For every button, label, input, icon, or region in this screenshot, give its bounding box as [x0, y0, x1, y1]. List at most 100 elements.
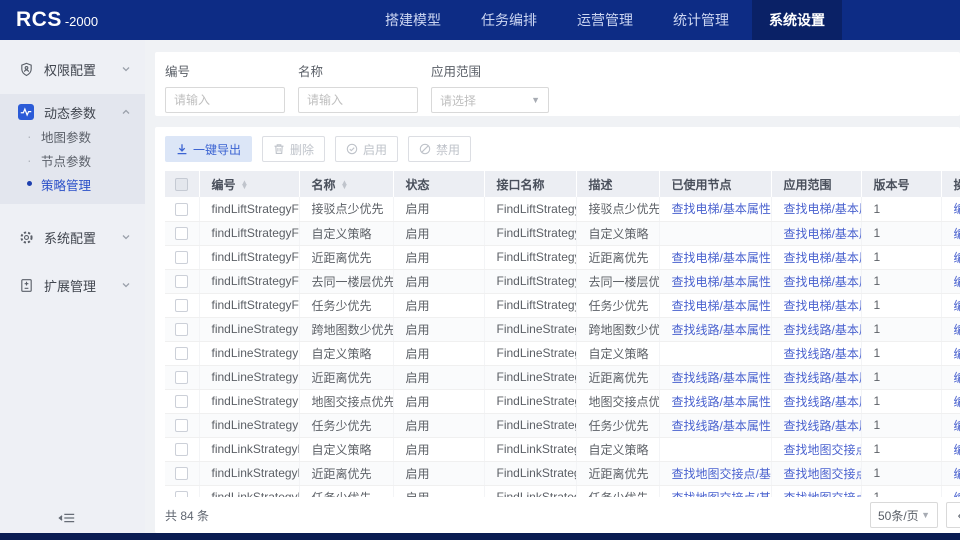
cell-interface: FindLineStrategy: [484, 413, 576, 437]
row-checkbox[interactable]: [175, 275, 188, 288]
cell-name: 去同一楼层优先: [299, 269, 393, 293]
cell-code: findLiftStrategyForDi...: [199, 245, 299, 269]
edit-link[interactable]: 编辑: [941, 389, 960, 413]
table-footer: 共 84 条 50条/页 ▼ ‹: [155, 497, 960, 533]
scope-link[interactable]: 查找地图交接点/基本属性: [771, 461, 861, 485]
edit-link[interactable]: 编辑: [941, 461, 960, 485]
edit-link[interactable]: 编辑: [941, 197, 960, 221]
scope-link[interactable]: 查找线路/基本属性/查找: [771, 341, 861, 365]
scope-link[interactable]: 查找电梯/基本属性/查找: [771, 269, 861, 293]
table-row: findLineStrategyFor... 近距离优先 启用 FindLine…: [165, 365, 960, 389]
row-checkbox[interactable]: [175, 227, 188, 240]
edit-link[interactable]: 编辑: [941, 485, 960, 497]
scope-link[interactable]: 查找线路/基本属性/查找: [771, 389, 861, 413]
sidebar-item-strategy-management[interactable]: · 策略管理: [0, 172, 145, 196]
total-count: 共 84 条: [165, 507, 209, 524]
row-checkbox[interactable]: [175, 371, 188, 384]
edit-link[interactable]: 编辑: [941, 437, 960, 461]
bullet-icon: ·: [27, 181, 41, 187]
cell-interface: FindLineStrategy: [484, 389, 576, 413]
scope-link[interactable]: 查找线路/基本属性/查找: [771, 365, 861, 389]
row-checkbox[interactable]: [175, 299, 188, 312]
scope-link[interactable]: 查找电梯/基本属性/查找: [771, 197, 861, 221]
nav-item-build-model[interactable]: 搭建模型: [368, 0, 458, 40]
table-row: findLinkStrategyFor... 近距离优先 启用 FindLink…: [165, 461, 960, 485]
sidebar-item-permission-config[interactable]: 权限配置: [0, 52, 145, 86]
row-select-cell: [165, 221, 199, 245]
row-checkbox[interactable]: [175, 203, 188, 216]
scope-link[interactable]: 查找线路/基本属性/查找: [771, 413, 861, 437]
sidebar-item-dynamic-params[interactable]: 动态参数: [0, 94, 145, 124]
used-nodes-link[interactable]: [659, 221, 771, 245]
select-caret-icon: ▼: [921, 510, 930, 520]
used-nodes-link[interactable]: 查找线路/基本属性/查找: [659, 389, 771, 413]
select-all-checkbox[interactable]: [175, 178, 188, 191]
row-checkbox[interactable]: [175, 467, 188, 480]
code-input[interactable]: [165, 87, 285, 113]
prev-page-button[interactable]: ‹: [946, 502, 960, 528]
scope-link[interactable]: 查找地图交接点/基本属性: [771, 485, 861, 497]
cell-description: 去同一楼层优先: [576, 269, 659, 293]
edit-link[interactable]: 编辑: [941, 293, 960, 317]
column-header-code[interactable]: 编号▲▼: [199, 171, 299, 197]
sidebar-subitem-label: 地图参数: [41, 127, 91, 146]
nav-item-operations-management[interactable]: 运营管理: [560, 0, 650, 40]
scope-link[interactable]: 查找电梯/基本属性/查找: [771, 293, 861, 317]
sidebar-item-extension-management[interactable]: 扩展管理: [0, 268, 145, 302]
cell-status: 启用: [393, 461, 484, 485]
edit-link[interactable]: 编辑: [941, 413, 960, 437]
sidebar-item-map-params[interactable]: · 地图参数: [0, 124, 145, 148]
cell-name: 自定义策略: [299, 221, 393, 245]
sidebar-item-node-params[interactable]: · 节点参数: [0, 148, 145, 172]
strategy-table: 编号▲▼ 名称▲▼ 状态 接口名称 描述 已使用节点 应用范围 版本号 操作: [165, 171, 960, 497]
row-checkbox[interactable]: [175, 323, 188, 336]
page-size-select[interactable]: 50条/页 ▼: [870, 502, 938, 528]
cell-status: 启用: [393, 269, 484, 293]
nav-item-statistics-management[interactable]: 统计管理: [656, 0, 746, 40]
edit-link[interactable]: 编辑: [941, 245, 960, 269]
scope-link[interactable]: 查找地图交接点/基本属性: [771, 437, 861, 461]
used-nodes-link[interactable]: 查找电梯/基本属性/查找: [659, 293, 771, 317]
used-nodes-link[interactable]: 查找地图交接点/基本属性: [659, 485, 771, 497]
cell-description: 跨地图数少优先: [576, 317, 659, 341]
delete-button[interactable]: 删除: [262, 136, 325, 162]
disable-button[interactable]: 禁用: [408, 136, 471, 162]
name-input[interactable]: [298, 87, 418, 113]
used-nodes-link[interactable]: 查找线路/基本属性/查找: [659, 317, 771, 341]
used-nodes-link[interactable]: 查找电梯/基本属性/查找: [659, 269, 771, 293]
export-button[interactable]: 一键导出: [165, 136, 252, 162]
chevron-down-icon: [121, 280, 131, 290]
enable-button[interactable]: 启用: [335, 136, 398, 162]
edit-link[interactable]: 编辑: [941, 317, 960, 341]
sidebar-collapse-button[interactable]: [58, 511, 76, 525]
edit-link[interactable]: 编辑: [941, 221, 960, 245]
cell-code: findLiftStrategyForTa...: [199, 293, 299, 317]
scope-select[interactable]: 请选择 ▼: [431, 87, 549, 113]
table-row: findLineStrategyFor... 自定义策略 启用 FindLine…: [165, 341, 960, 365]
used-nodes-link[interactable]: 查找地图交接点/基本属性: [659, 461, 771, 485]
column-header-name[interactable]: 名称▲▼: [299, 171, 393, 197]
row-checkbox[interactable]: [175, 395, 188, 408]
used-nodes-link[interactable]: [659, 437, 771, 461]
nav-item-system-settings[interactable]: 系统设置: [752, 0, 842, 40]
row-checkbox[interactable]: [175, 419, 188, 432]
used-nodes-link[interactable]: 查找电梯/基本属性/查找: [659, 245, 771, 269]
scope-link[interactable]: 查找线路/基本属性/查找: [771, 317, 861, 341]
edit-link[interactable]: 编辑: [941, 341, 960, 365]
used-nodes-link[interactable]: 查找线路/基本属性/查找: [659, 365, 771, 389]
cell-code: findLineStrategyFor...: [199, 389, 299, 413]
used-nodes-link[interactable]: [659, 341, 771, 365]
used-nodes-link[interactable]: 查找电梯/基本属性/查找: [659, 197, 771, 221]
edit-link[interactable]: 编辑: [941, 269, 960, 293]
scope-link[interactable]: 查找电梯/基本属性/查找: [771, 221, 861, 245]
used-nodes-link[interactable]: 查找线路/基本属性/查找: [659, 413, 771, 437]
table-row: findLiftStrategyForC... 接驳点少优先 启用 FindLi…: [165, 197, 960, 221]
row-checkbox[interactable]: [175, 251, 188, 264]
nav-item-task-orchestration[interactable]: 任务编排: [464, 0, 554, 40]
edit-link[interactable]: 编辑: [941, 365, 960, 389]
row-checkbox[interactable]: [175, 347, 188, 360]
sidebar-item-system-config[interactable]: 系统配置: [0, 220, 145, 254]
document-adjust-icon: [18, 277, 34, 293]
row-checkbox[interactable]: [175, 443, 188, 456]
scope-link[interactable]: 查找电梯/基本属性/查找: [771, 245, 861, 269]
